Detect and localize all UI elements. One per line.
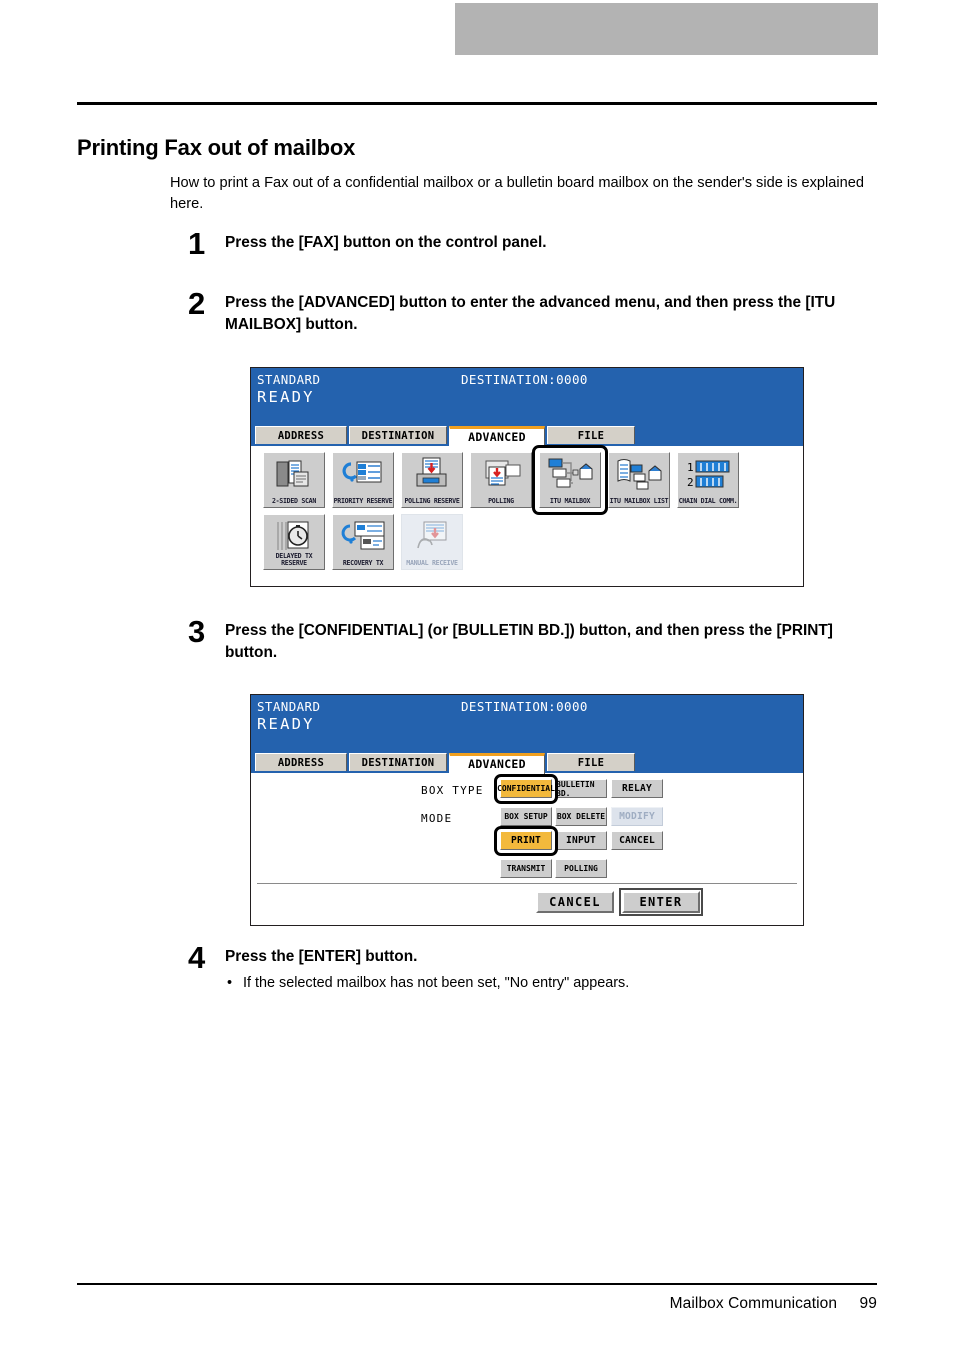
button-modify: MODIFY xyxy=(611,807,663,826)
step-2-text: Press the [ADVANCED] button to enter the… xyxy=(225,294,836,333)
fax-panel-mailbox-options: STANDARD DESTINATION:0000 READY ADDRESS … xyxy=(250,694,804,926)
svg-text:2: 2 xyxy=(687,476,694,489)
button-chain-dial-comm-label: CHAIN DIAL COMM. xyxy=(678,497,738,505)
intro-paragraph: How to print a Fax out of a confidential… xyxy=(170,174,864,212)
mailbox-panel-status-header: STANDARD DESTINATION:0000 READY xyxy=(251,695,803,753)
panel-footer-divider xyxy=(257,883,797,884)
button-recovery-tx-label: RECOVERY TX xyxy=(342,559,384,567)
tab-advanced[interactable]: ADVANCED xyxy=(449,426,545,447)
footer-page-number: 99 xyxy=(859,1295,877,1312)
button-priority-reserve-label: PRIORITY RESERVE xyxy=(333,497,393,505)
itu-mailbox-selection-slot: ITU MAILBOX xyxy=(532,445,608,515)
mailbox-panel-status-ready: READY xyxy=(257,715,315,733)
panel-status-destination: DESTINATION:0000 xyxy=(461,372,588,387)
delayed-tx-reserve-icon xyxy=(264,518,324,554)
panel-status-ready: READY xyxy=(257,388,315,406)
button-delayed-tx-reserve[interactable]: DELAYED TX RESERVE xyxy=(263,514,325,570)
panel-tabstrip: ADDRESS DESTINATION ADVANCED FILE xyxy=(251,426,803,447)
advanced-icon-row-2: DELAYED TX RESERVE RECOVERY TX MANUAL RE… xyxy=(263,514,803,570)
mailbox-tab-address[interactable]: ADDRESS xyxy=(255,753,347,771)
button-polling-label: POLLING xyxy=(488,497,514,505)
recovery-tx-icon xyxy=(333,518,393,554)
bullet-glyph: • xyxy=(227,975,233,991)
footer-divider-rule xyxy=(77,1283,877,1285)
tab-destination[interactable]: DESTINATION xyxy=(349,426,447,444)
button-2-sided-scan[interactable]: 2-SIDED SCAN xyxy=(263,452,325,508)
polling-reserve-icon xyxy=(402,456,462,492)
step-3-text: Press the [CONFIDENTIAL] (or [BULLETIN B… xyxy=(225,622,833,661)
button-itu-mailbox[interactable]: ITU MAILBOX xyxy=(539,452,601,508)
step-3-number: 3 xyxy=(188,614,206,649)
priority-reserve-icon xyxy=(333,456,393,492)
mailbox-panel-status-destination: DESTINATION:0000 xyxy=(461,699,588,714)
step-1-text: Press the [FAX] button on the control pa… xyxy=(225,234,547,251)
button-print[interactable]: PRINT xyxy=(500,831,552,850)
mode-label: MODE xyxy=(421,812,453,825)
button-recovery-tx[interactable]: RECOVERY TX xyxy=(332,514,394,570)
mailbox-tab-destination[interactable]: DESTINATION xyxy=(349,753,447,771)
mailbox-panel-tabstrip: ADDRESS DESTINATION ADVANCED FILE xyxy=(251,753,803,774)
step-4-number: 4 xyxy=(188,940,206,975)
step-2: 2 Press the [ADVANCED] button to enter t… xyxy=(170,288,880,336)
footer-enter-button[interactable]: ENTER xyxy=(619,888,703,916)
button-polling-reserve[interactable]: POLLING RESERVE xyxy=(401,452,463,508)
fax-panel-advanced-menu: STANDARD DESTINATION:0000 READY ADDRESS … xyxy=(250,367,804,587)
button-2-sided-scan-label: 2-SIDED SCAN xyxy=(271,497,317,505)
button-polling-reserve-label: POLLING RESERVE xyxy=(404,497,460,505)
svg-text:1: 1 xyxy=(687,461,694,474)
button-itu-mailbox-label: ITU MAILBOX xyxy=(549,497,591,505)
button-cancel-mode[interactable]: CANCEL xyxy=(611,831,663,850)
step-4: 4 Press the [ENTER] button. • If the sel… xyxy=(170,942,880,993)
step-3: 3 Press the [CONFIDENTIAL] (or [BULLETIN… xyxy=(170,616,880,664)
polling-icon xyxy=(471,456,531,492)
step-1: 1 Press the [FAX] button on the control … xyxy=(170,228,880,259)
step-4-text: Press the [ENTER] button. xyxy=(225,948,418,965)
button-input[interactable]: INPUT xyxy=(555,831,607,850)
button-manual-receive: MANUAL RECEIVE xyxy=(401,514,463,570)
button-chain-dial-comm[interactable]: 1 2 CHAIN DIAL COMM. xyxy=(677,452,739,508)
mailbox-panel-status-mode: STANDARD xyxy=(257,699,321,714)
panel-status-header: STANDARD DESTINATION:0000 READY xyxy=(251,368,803,426)
page-title: Printing Fax out of mailbox xyxy=(77,134,356,160)
button-manual-receive-label: MANUAL RECEIVE xyxy=(406,559,458,567)
tab-file[interactable]: FILE xyxy=(547,426,635,444)
step-2-number: 2 xyxy=(188,286,206,321)
tab-address[interactable]: ADDRESS xyxy=(255,426,347,444)
advanced-icon-row-1: 2-SIDED SCAN PRIORITY RESERVE POLLING RE… xyxy=(263,445,803,515)
button-confidential[interactable]: CONFIDENTIAL xyxy=(497,779,555,798)
button-itu-mailbox-list-label: ITU MAILBOX LIST xyxy=(609,497,669,505)
mailbox-tab-advanced[interactable]: ADVANCED xyxy=(449,753,545,774)
button-relay[interactable]: RELAY xyxy=(611,779,663,798)
page-footer: Mailbox Communication 99 xyxy=(670,1295,877,1313)
button-itu-mailbox-list[interactable]: ITU MAILBOX LIST xyxy=(608,452,670,508)
button-box-setup[interactable]: BOX SETUP xyxy=(500,807,552,826)
step-4-note: • If the selected mailbox has not been s… xyxy=(225,973,880,993)
footer-cancel-button[interactable]: CANCEL xyxy=(536,891,614,913)
itu-mailbox-icon xyxy=(540,456,600,492)
button-polling[interactable]: POLLING xyxy=(470,452,532,508)
footer-section-label: Mailbox Communication xyxy=(669,1295,838,1312)
page-header-gray-bar xyxy=(455,3,878,55)
step-4-note-text: If the selected mailbox has not been set… xyxy=(243,975,630,991)
button-priority-reserve[interactable]: PRIORITY RESERVE xyxy=(332,452,394,508)
mailbox-panel-body: BOX TYPE MODE CONFIDENTIAL BULLETIN BD. … xyxy=(251,773,803,925)
manual-receive-icon xyxy=(402,518,462,554)
box-type-label: BOX TYPE xyxy=(421,784,484,797)
header-divider-rule xyxy=(77,102,877,105)
mailbox-tab-file[interactable]: FILE xyxy=(547,753,635,771)
button-bulletin-bd[interactable]: BULLETIN BD. xyxy=(555,779,607,798)
panel-advanced-body: 2-SIDED SCAN PRIORITY RESERVE POLLING RE… xyxy=(251,445,803,586)
step-1-number: 1 xyxy=(188,226,206,261)
chain-dial-comm-icon: 1 2 xyxy=(678,456,738,492)
itu-mailbox-list-icon xyxy=(609,456,669,492)
two-sided-scan-icon xyxy=(264,456,324,492)
button-delayed-tx-reserve-label: DELAYED TX RESERVE xyxy=(275,552,313,567)
button-polling-mode[interactable]: POLLING xyxy=(555,859,607,878)
button-transmit[interactable]: TRANSMIT xyxy=(500,859,552,878)
button-box-delete[interactable]: BOX DELETE xyxy=(555,807,607,826)
panel-status-mode: STANDARD xyxy=(257,372,321,387)
